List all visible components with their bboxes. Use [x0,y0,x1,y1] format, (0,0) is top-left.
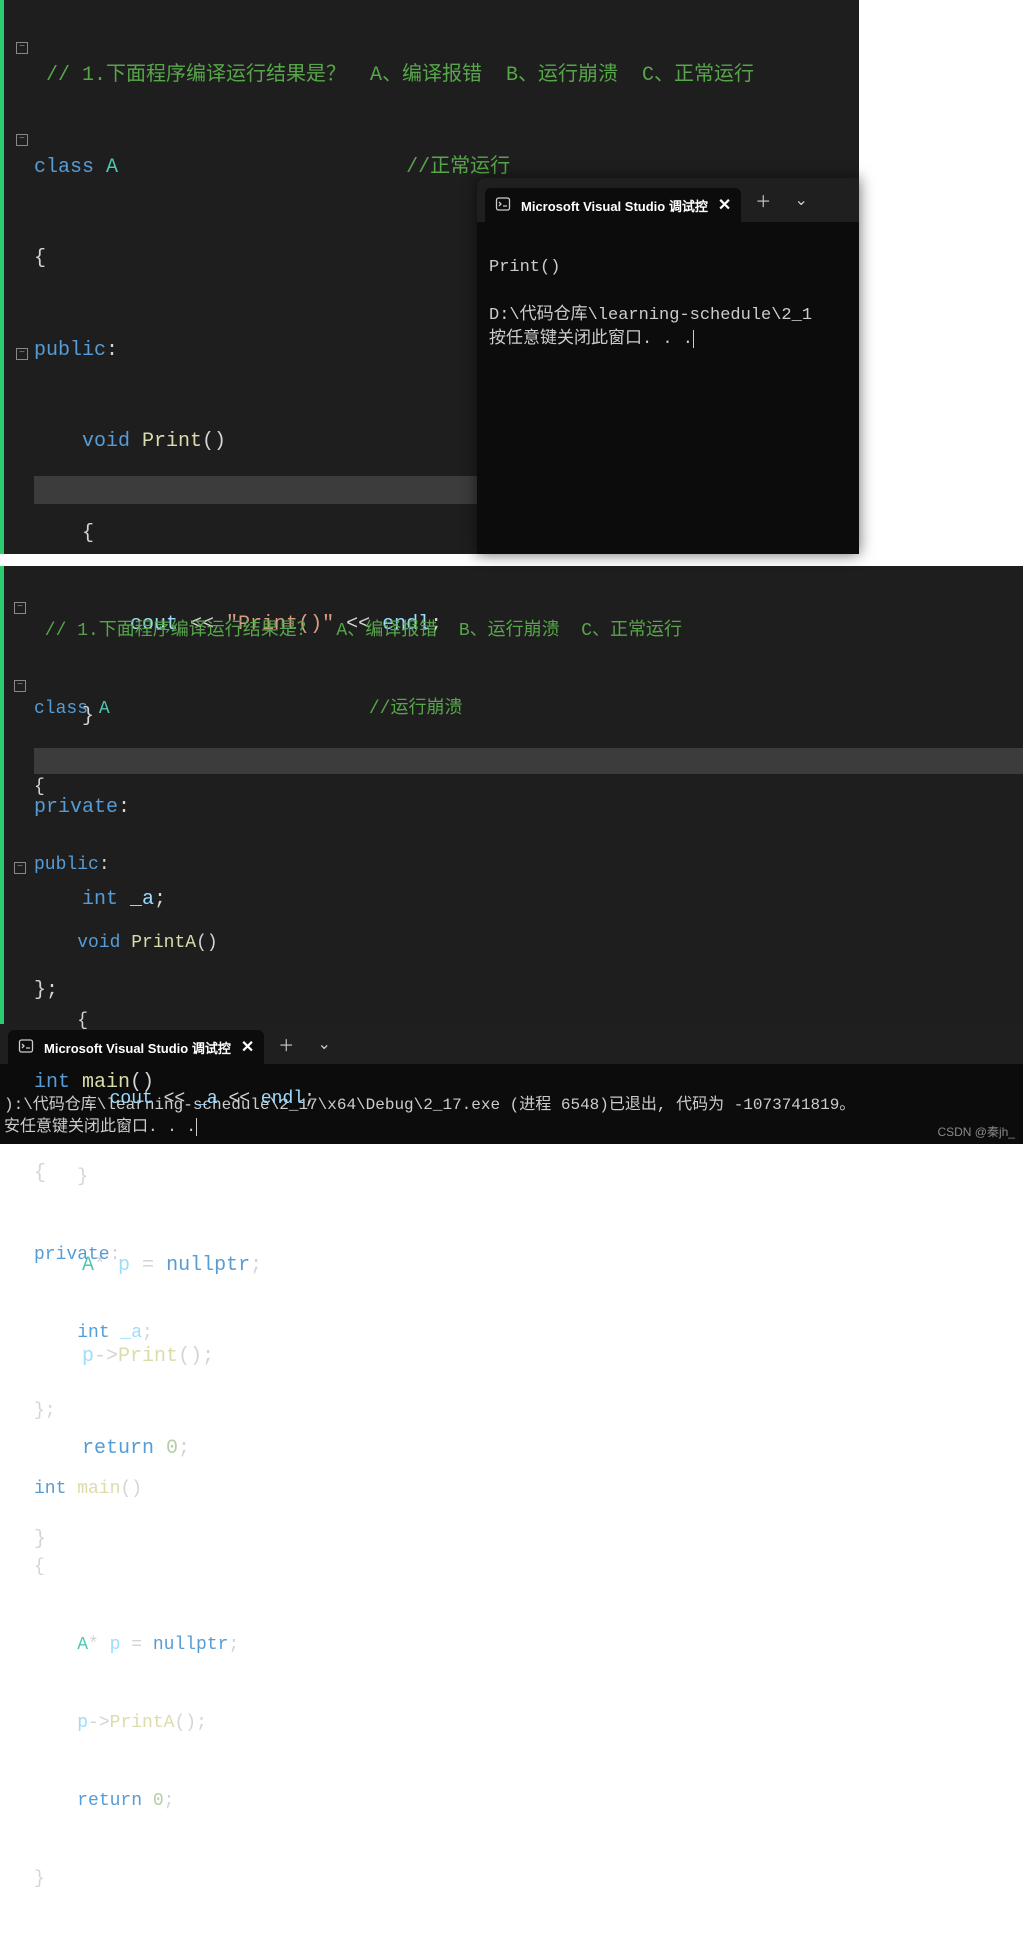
debug-console-window[interactable]: Microsoft Visual Studio 调试控 ✕ ＋ ⌄ Print(… [477,178,859,554]
code-line[interactable]: } [34,1164,682,1190]
console-tab[interactable]: Microsoft Visual Studio 调试控 ✕ [485,188,741,222]
code-line[interactable]: { [34,1008,682,1034]
chevron-down-icon: ⌄ [795,190,808,210]
comment-text: // 1.下面程序编译运行结果是？ A、编译报错 B、运行崩溃 C、正常运行 [34,64,754,87]
code-line[interactable]: return 0; [34,1788,682,1814]
watermark: CSDN @秦jh_ [937,1123,1015,1140]
code-line[interactable]: public: [34,852,682,878]
code-editor-2[interactable]: // 1.下面程序编译运行结果是？ A、编译报错 B、运行崩溃 C、正常运行 c… [0,566,1023,1024]
console-line: D:\代码仓库\learning-schedule\2_1 [489,306,812,325]
code-line[interactable]: // 1.下面程序编译运行结果是？ A、编译报错 B、运行崩溃 C、正常运行 [34,61,754,92]
fold-toggle[interactable]: − [14,856,26,874]
cursor [693,330,694,348]
code-line[interactable]: return 0; [34,1434,754,1465]
console-line: 按任意键关闭此窗口. . . [489,330,693,349]
code-line[interactable]: { [34,774,682,800]
code-line[interactable]: { [34,1554,682,1580]
code-line[interactable]: private: [34,1242,682,1268]
code-editor-1[interactable]: // 1.下面程序编译运行结果是？ A、编译报错 B、运行崩溃 C、正常运行 c… [0,0,859,554]
code-line[interactable]: int main() [34,1476,682,1502]
code-line[interactable]: int _a; [34,885,754,916]
tab-dropdown-button[interactable]: ⌄ [785,184,817,216]
fold-toggle[interactable]: − [14,674,26,692]
terminal-icon [495,196,511,215]
code-line[interactable]: } [34,1525,754,1556]
code-line[interactable]: class A //运行崩溃 [34,696,682,722]
console-tab-title: Microsoft Visual Studio 调试控 [521,196,708,215]
code-line[interactable]: int _a; [34,1320,682,1346]
fold-toggle[interactable]: − [16,128,28,146]
code-line[interactable]: } [34,1866,682,1892]
console-line: Print() [489,258,560,277]
console-output[interactable]: Print() D:\代码仓库\learning-schedule\2_1 按任… [477,222,859,386]
terminal-icon [18,1038,34,1057]
close-icon[interactable]: ✕ [718,195,731,215]
code-line[interactable]: p->PrintA(); [34,1710,682,1736]
code-line[interactable]: }; [34,1398,682,1424]
fold-toggle[interactable]: − [16,342,28,360]
new-tab-button[interactable]: ＋ [747,184,779,216]
code-line[interactable]: A* p = nullptr; [34,1632,682,1658]
console-tab-bar: Microsoft Visual Studio 调试控 ✕ ＋ ⌄ [477,178,859,222]
code-line[interactable]: }; [34,976,754,1007]
code-line[interactable]: void PrintA() [34,930,682,956]
code-line[interactable]: p->Print(); [34,1342,754,1373]
code-line[interactable]: cout << _a << endl; [34,1086,682,1112]
fold-toggle[interactable]: − [14,596,26,614]
code-line[interactable]: // 1.下面程序编译运行结果是？ A、编译报错 B、运行崩溃 C、正常运行 [34,618,682,644]
fold-toggle[interactable]: − [16,36,28,54]
